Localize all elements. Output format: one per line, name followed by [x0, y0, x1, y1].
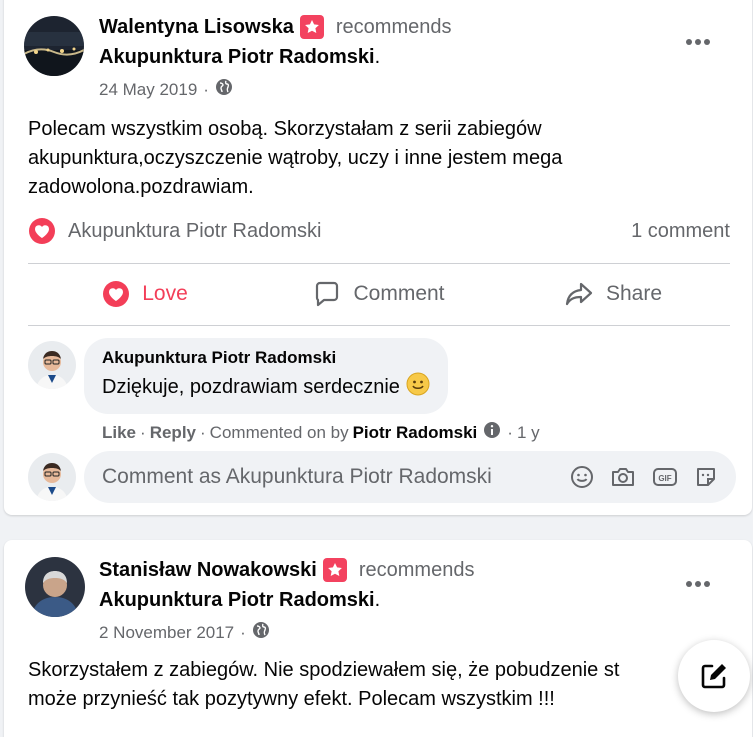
love-button[interactable]: Love [28, 265, 262, 323]
author-name[interactable]: Walentyna Lisowska [99, 16, 294, 39]
post-text-line: może przynieść tak pozytywny efekt. Pole… [28, 688, 555, 710]
compose-icon [701, 664, 726, 689]
comment-age[interactable]: 1 y [517, 423, 540, 443]
sticker-icon[interactable] [694, 465, 718, 489]
camera-icon[interactable] [610, 465, 636, 489]
heart-icon [103, 281, 130, 307]
post-card: Stanisław Nowakowski recommends Akupunkt… [4, 540, 752, 737]
comment-by-name[interactable]: Piotr Radomski [353, 423, 478, 443]
composer-avatar[interactable] [28, 453, 76, 501]
comment-meta: Like · Reply · Commented on by Piotr Rad… [102, 421, 540, 444]
svg-text:GIF: GIF [658, 474, 671, 483]
recommend-badge-icon [299, 15, 324, 39]
recommend-verb: recommends [358, 558, 475, 581]
post-text: Skorzystałem z zabiegów. Nie spodziewałe… [28, 656, 688, 714]
page-link[interactable]: Akupunktura Piotr Radomski [99, 589, 375, 611]
composer-tools: GIF [554, 465, 718, 489]
post-header: Stanisław Nowakowski recommends [99, 558, 474, 582]
post-meta: 24 May 2019 · [99, 78, 233, 101]
post-text-line: Skorzystałem z zabiegów. Nie spodziewałe… [28, 659, 620, 681]
gif-icon[interactable]: GIF [652, 465, 678, 489]
reaction-summary: Akupunktura Piotr Radomski 1 comment [28, 213, 730, 249]
comment-composer[interactable]: Comment as Akupunktura Piotr Radomski GI… [84, 451, 736, 503]
author-name[interactable]: Stanisław Nowakowski [99, 559, 317, 582]
page-link-line: Akupunktura Piotr Radomski. [99, 589, 381, 611]
divider [28, 325, 730, 326]
heart-icon[interactable] [28, 217, 56, 245]
info-icon[interactable] [483, 421, 501, 444]
comment-bubble: Akupunktura Piotr Radomski Dziękuje, poz… [84, 338, 448, 414]
comment-reply-link[interactable]: Reply [150, 423, 196, 443]
comment-icon [316, 281, 339, 307]
action-bar: Love Comment Share [28, 265, 730, 323]
author-avatar[interactable] [25, 557, 85, 617]
author-avatar[interactable] [24, 16, 84, 76]
comment-author[interactable]: Akupunktura Piotr Radomski [102, 348, 430, 368]
post-meta: 2 November 2017 · [99, 621, 270, 644]
post-date[interactable]: 24 May 2019 [99, 80, 197, 100]
post-card: Walentyna Lisowska recommends Akupunktur… [4, 0, 752, 515]
comment-input[interactable]: Comment as Akupunktura Piotr Radomski [102, 465, 554, 489]
globe-icon [215, 78, 233, 101]
page-link[interactable]: Akupunktura Piotr Radomski [99, 46, 375, 68]
post-header: Walentyna Lisowska recommends [99, 15, 451, 39]
more-options-button[interactable] [678, 564, 718, 604]
compose-button[interactable] [678, 640, 750, 712]
more-options-button[interactable] [678, 22, 718, 62]
commenter-avatar[interactable] [28, 341, 76, 389]
comment-count[interactable]: 1 comment [631, 220, 730, 243]
emoji-icon[interactable] [570, 465, 594, 489]
comment-text: Dziękuje, pozdrawiam serdecznie [102, 375, 400, 398]
recommend-badge-icon [322, 558, 347, 582]
smile-emoji-icon [406, 372, 430, 402]
more-dots-icon [686, 39, 710, 45]
post-date[interactable]: 2 November 2017 [99, 623, 234, 643]
comment-text-line: Dziękuje, pozdrawiam serdecznie [102, 372, 430, 402]
reactor-name[interactable]: Akupunktura Piotr Radomski [68, 220, 321, 243]
share-icon [565, 282, 593, 306]
share-button[interactable]: Share [496, 265, 730, 323]
globe-icon [252, 621, 270, 644]
more-dots-icon [686, 581, 710, 587]
comment-like-link[interactable]: Like [102, 423, 136, 443]
divider [28, 263, 730, 264]
comment-button[interactable]: Comment [262, 265, 496, 323]
post-text: Polecam wszystkim osobą. Skorzystałam z … [28, 118, 563, 198]
page-link-line: Akupunktura Piotr Radomski. [99, 46, 381, 68]
recommend-verb: recommends [335, 15, 452, 38]
